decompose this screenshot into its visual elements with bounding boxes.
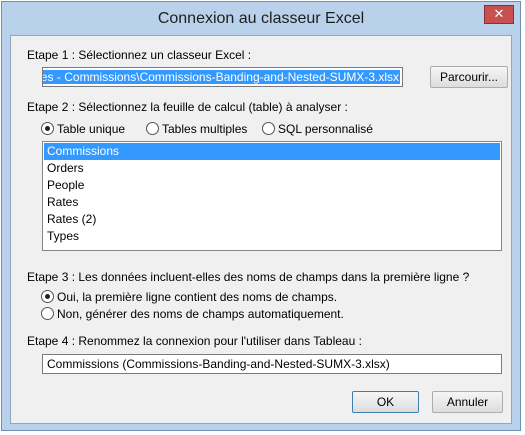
radio-generate-names[interactable] — [41, 307, 54, 320]
list-item[interactable]: Rates — [44, 194, 500, 211]
radio-single-table-label[interactable]: Table unique — [57, 122, 125, 136]
dialog-body: Etape 1 : Sélectionnez un classeur Excel… — [10, 35, 512, 424]
radio-multiple-tables[interactable] — [146, 122, 159, 135]
list-item[interactable]: People — [44, 177, 500, 194]
radio-multiple-tables-label[interactable]: Tables multiples — [162, 122, 247, 136]
step2-label: Etape 2 : Sélectionnez la feuille de cal… — [27, 100, 348, 114]
excel-connection-dialog: Connexion au classeur Excel ✕ Etape 1 : … — [1, 1, 521, 431]
step4-label: Etape 4 : Renommez la connexion pour l'u… — [27, 334, 362, 348]
file-path-value: ered Rates - Commissions\Commissions-Ban… — [43, 70, 400, 84]
sheet-list[interactable]: Commissions Orders People Rates Rates (2… — [42, 141, 502, 251]
radio-single-table[interactable] — [41, 122, 54, 135]
cancel-button[interactable]: Annuler — [432, 391, 503, 413]
title-bar[interactable]: Connexion au classeur Excel ✕ — [2, 2, 520, 36]
radio-first-row-headers-label[interactable]: Oui, la première ligne contient des noms… — [57, 290, 337, 304]
radio-generate-names-label[interactable]: Non, générer des noms de champs automati… — [57, 307, 344, 321]
browse-button[interactable]: Parcourir... — [430, 66, 508, 88]
file-path-input[interactable]: ered Rates - Commissions\Commissions-Ban… — [42, 67, 403, 87]
radio-custom-sql-label[interactable]: SQL personnalisé — [278, 122, 373, 136]
ok-button[interactable]: OK — [352, 391, 419, 413]
close-button[interactable]: ✕ — [484, 5, 514, 24]
list-item[interactable]: Commissions — [44, 143, 500, 160]
dialog-title: Connexion au classeur Excel — [157, 10, 365, 27]
connection-name-input[interactable]: Commissions (Commissions-Banding-and-Nes… — [42, 354, 502, 374]
radio-custom-sql[interactable] — [262, 122, 275, 135]
step3-label: Etape 3 : Les données incluent-elles des… — [27, 270, 470, 284]
step1-label: Etape 1 : Sélectionnez un classeur Excel… — [27, 48, 252, 62]
list-item[interactable]: Rates (2) — [44, 211, 500, 228]
list-item[interactable]: Types — [44, 228, 500, 245]
radio-first-row-headers[interactable] — [41, 290, 54, 303]
close-icon: ✕ — [493, 7, 505, 22]
list-item[interactable]: Orders — [44, 160, 500, 177]
